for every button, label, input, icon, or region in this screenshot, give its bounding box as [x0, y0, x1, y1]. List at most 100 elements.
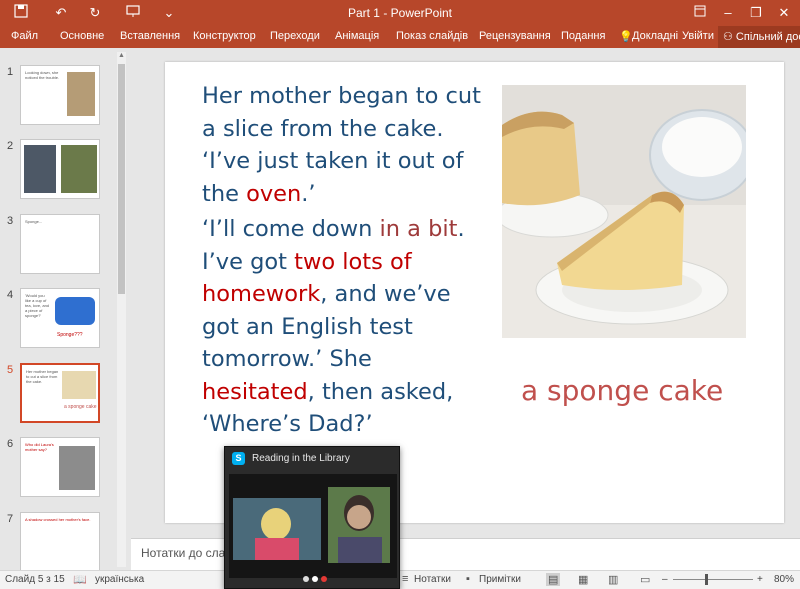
thumb-text: Who did Laura's mother say?: [25, 442, 54, 452]
highlight-phrase: in a bit: [379, 216, 458, 242]
comments-icon: ▪: [466, 573, 470, 585]
thumbnails-scrollbar[interactable]: ▲: [117, 52, 126, 567]
text-line: .’: [301, 180, 316, 207]
tab-review[interactable]: Рецензування: [479, 30, 551, 42]
slide-thumbnail-3[interactable]: Sponge...: [20, 214, 100, 274]
highlight-word: hesitated: [202, 378, 308, 405]
call-control[interactable]: [303, 576, 309, 582]
sign-in-button[interactable]: Увійти: [682, 30, 714, 42]
skype-header[interactable]: S Reading in the Library: [225, 447, 399, 471]
scroll-up-icon[interactable]: ▲: [117, 52, 126, 62]
zoom-in-button[interactable]: +: [757, 574, 763, 585]
slide-thumbnails-panel: 1 Looking down, she noticed the trouble.…: [0, 48, 130, 570]
skype-window-title: Reading in the Library: [252, 453, 350, 464]
thumb-image: [59, 446, 95, 490]
thumb-text: 'Would you like a cup of tea, love, and …: [25, 293, 50, 318]
tab-view[interactable]: Подання: [561, 30, 605, 42]
slide-thumbnail-5[interactable]: Her mother began to cut a slice from the…: [20, 363, 100, 423]
proofing-icon[interactable]: 📖: [73, 573, 87, 586]
tab-transitions[interactable]: Переходи: [270, 30, 320, 42]
title-bar: ↶ ↻ ⌄ Part 1 - PowerPoint – ❐ ✕: [0, 0, 800, 26]
ribbon-tabs: Файл Основне Вставлення Конструктор Пере…: [0, 26, 800, 48]
slide-counter: Слайд 5 з 15: [5, 574, 65, 585]
text-line: Her mother began to cut: [202, 83, 481, 109]
participant-video-2: [328, 487, 390, 563]
notes-icon: ≡: [402, 573, 409, 585]
thumb-caption: Sponge???: [57, 332, 83, 338]
lightbulb-icon: 💡: [619, 31, 633, 43]
thumb-number: 2: [7, 140, 14, 152]
text-line: .: [457, 216, 465, 242]
zoom-out-button[interactable]: –: [662, 574, 668, 585]
thumb-number: 5: [7, 364, 14, 376]
slide-thumbnail-4[interactable]: 'Would you like a cup of tea, love, and …: [20, 288, 100, 348]
sponge-cake-image[interactable]: [502, 85, 746, 338]
thumb-text: Her mother began to cut a slice from the…: [26, 369, 59, 384]
text-line: a slice from the cake.: [202, 115, 444, 142]
zoom-level[interactable]: 80%: [774, 574, 794, 585]
reading-view-icon[interactable]: ▥: [608, 573, 618, 586]
tab-file[interactable]: Файл: [11, 30, 38, 42]
thumb-number: 7: [7, 513, 14, 525]
tab-slideshow[interactable]: Показ слайдів: [396, 30, 468, 42]
language-indicator[interactable]: українська: [95, 574, 144, 585]
slide-thumbnail-1[interactable]: Looking down, she noticed the trouble.: [20, 65, 100, 125]
thumb-text: Looking down, she noticed the trouble.: [25, 70, 60, 80]
highlight-word: homework: [202, 281, 321, 307]
comments-toggle[interactable]: Примітки: [479, 574, 521, 585]
ribbon-display-icon[interactable]: [690, 3, 710, 23]
slide-body-text[interactable]: Her mother began to cut a slice from the…: [202, 80, 492, 444]
highlight-phrase: two lots of: [294, 248, 412, 275]
thumb-text: A shadow crossed her mother's face.: [25, 517, 91, 522]
paragraph-1: Her mother began to cut a slice from the…: [202, 80, 492, 210]
slideshow-view-icon[interactable]: ▭: [640, 573, 650, 586]
share-button[interactable]: ⚇ Спільний дос: [718, 26, 800, 48]
notes-toggle[interactable]: Нотатки: [414, 574, 451, 585]
tab-animations[interactable]: Анімація: [335, 30, 379, 42]
text-line: , and we’ve: [320, 281, 451, 307]
call-control[interactable]: [312, 576, 318, 582]
tell-me-button[interactable]: Докладні: [632, 30, 678, 42]
slide-thumbnail-7[interactable]: A shadow crossed her mother's face.: [20, 512, 100, 570]
window-title: Part 1 - PowerPoint: [347, 6, 453, 20]
video-feed[interactable]: [229, 474, 397, 578]
skype-call-window[interactable]: S Reading in the Library: [224, 446, 400, 589]
slide-caption[interactable]: a sponge cake: [521, 374, 723, 407]
slide-thumbnail-2[interactable]: [20, 139, 100, 199]
thumb-image: [67, 72, 95, 116]
text-line: ‘I’ll come down: [202, 216, 380, 242]
thumb-number: 4: [7, 289, 14, 301]
normal-view-icon[interactable]: ▤: [546, 573, 561, 586]
status-bar: Слайд 5 з 15 📖 українська ≡ Нотатки ▪ Пр…: [0, 570, 800, 589]
slide-thumbnail-6[interactable]: Who did Laura's mother say?: [20, 437, 100, 497]
paragraph-2: ‘I’ll come down in a bit. I’ve got two l…: [202, 213, 492, 441]
highlight-word: oven: [246, 180, 302, 207]
restore-icon[interactable]: ❐: [746, 3, 766, 23]
thumb-number: 6: [7, 438, 14, 450]
tab-design[interactable]: Конструктор: [193, 30, 256, 42]
thumb-image: [62, 371, 96, 399]
skype-logo-icon: S: [232, 452, 245, 465]
end-call-button[interactable]: [321, 576, 327, 582]
slide-sorter-icon[interactable]: ▦: [578, 573, 588, 586]
scroll-thumb[interactable]: [118, 64, 125, 294]
text-line: ‘I’ve just taken it out of: [202, 148, 464, 174]
text-line: tomorrow.’ She: [202, 346, 372, 372]
text-line: I’ve got: [202, 248, 295, 275]
close-icon[interactable]: ✕: [774, 3, 794, 23]
thumb-image: [61, 145, 97, 193]
text-line: got an English test: [202, 313, 413, 340]
tab-insert[interactable]: Вставлення: [120, 30, 180, 42]
notes-placeholder: Нотатки до сла: [141, 546, 226, 560]
share-label: Спільний дос: [735, 31, 800, 43]
text-line: the: [202, 180, 247, 207]
minimize-icon[interactable]: –: [718, 3, 738, 23]
thumb-image: [55, 297, 95, 325]
tab-home[interactable]: Основне: [60, 30, 104, 42]
thumb-caption: a sponge cake: [64, 404, 97, 410]
thumb-number: 1: [7, 66, 14, 78]
participant-video-1: [233, 498, 321, 560]
zoom-slider-handle[interactable]: [705, 574, 708, 585]
zoom-slider[interactable]: [673, 579, 753, 580]
text-line: , then asked,: [307, 378, 454, 405]
